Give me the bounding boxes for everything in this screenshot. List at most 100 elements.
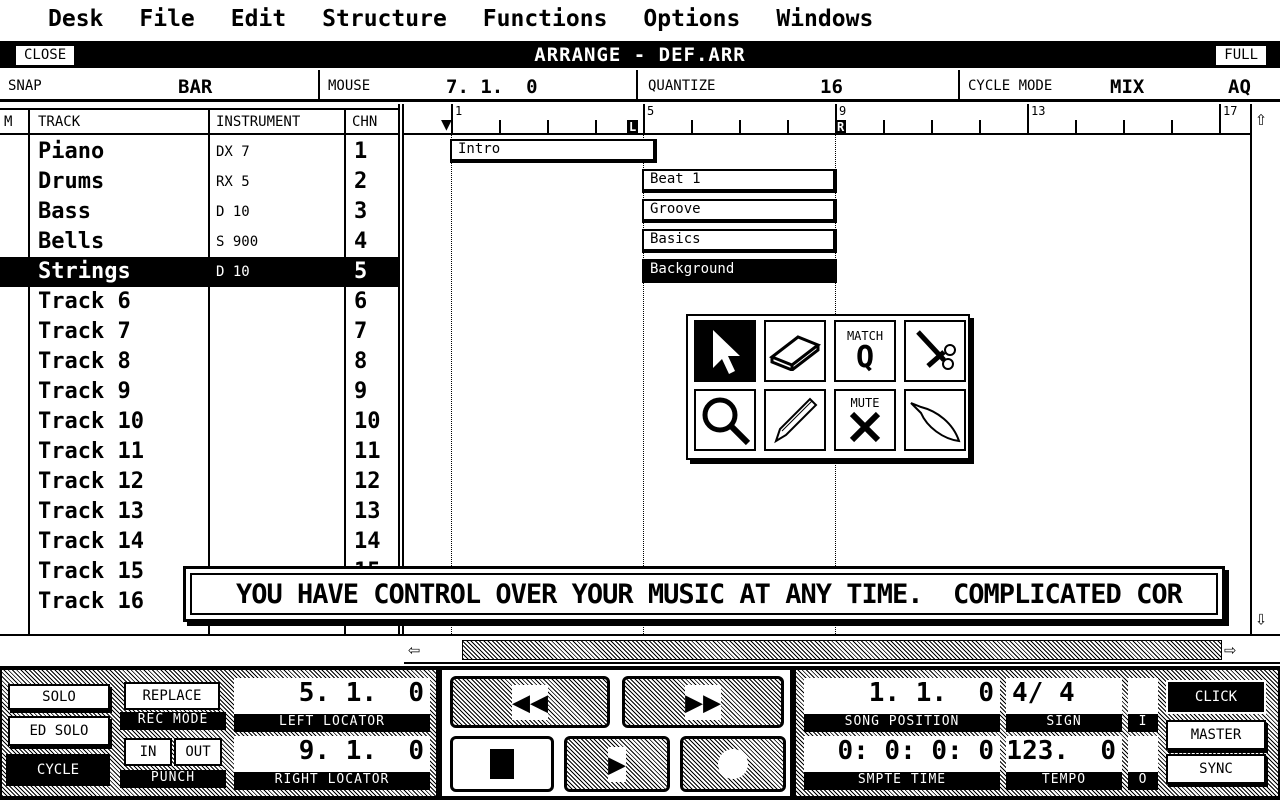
match-quantize-icon: Q <box>855 340 875 375</box>
ruler-tick <box>739 120 741 133</box>
bar-ruler[interactable]: 1 5 9 13 17 L R ▼ <box>404 104 1250 135</box>
punch-in-button[interactable]: IN <box>124 738 172 766</box>
right-locator-marker[interactable]: R <box>835 120 847 134</box>
replace-button[interactable]: REPLACE <box>124 682 220 710</box>
full-button[interactable]: FULL <box>1216 46 1266 65</box>
eraser-tool[interactable] <box>764 320 826 382</box>
scroll-down-icon[interactable]: ⇩ <box>1255 606 1267 630</box>
track-row[interactable]: Track 13 13 <box>0 497 400 527</box>
ruler-tick <box>979 120 981 133</box>
mute-tool[interactable]: MUTE <box>834 389 896 451</box>
track-row[interactable]: Bells S 900 4 <box>0 227 400 257</box>
song-position-value[interactable]: 1. 1. 0 <box>804 678 1000 714</box>
match-quantize-tool[interactable]: MATCH Q <box>834 320 896 382</box>
right-locator-value[interactable]: 9. 1. 0 <box>234 736 430 772</box>
track-row[interactable]: Strings D 10 5 <box>0 257 400 287</box>
track-row[interactable]: Drums RX 5 2 <box>0 167 400 197</box>
menu-desk[interactable]: Desk <box>48 0 103 38</box>
track-row[interactable]: Track 14 14 <box>0 527 400 557</box>
quantize-label: QUANTIZE <box>648 78 716 94</box>
cycle-button[interactable]: CYCLE <box>6 754 110 786</box>
song-position-pointer-icon[interactable]: ▼ <box>441 114 452 135</box>
track-row[interactable]: Track 10 10 <box>0 407 400 437</box>
menu-structure[interactable]: Structure <box>322 0 447 38</box>
track-row[interactable]: Track 8 8 <box>0 347 400 377</box>
ruler-tick <box>931 120 933 133</box>
stop-button[interactable] <box>450 736 554 792</box>
track-channel: 5 <box>354 259 368 284</box>
sync-button[interactable]: SYNC <box>1166 754 1266 784</box>
header-chn: CHN <box>352 114 378 130</box>
menu-functions[interactable]: Functions <box>483 0 608 38</box>
track-name: Track 11 <box>38 439 144 464</box>
glue-tool[interactable] <box>904 389 966 451</box>
solo-button[interactable]: SOLO <box>8 684 110 710</box>
cycle-mode-field[interactable]: CYCLE MODE MIX AQ <box>960 70 1280 102</box>
menu-edit[interactable]: Edit <box>231 0 286 38</box>
menu-options[interactable]: Options <box>643 0 740 38</box>
track-channel: 10 <box>354 409 381 434</box>
ruler-tick <box>643 104 645 133</box>
ruler-tick <box>1219 104 1221 133</box>
tempo-value[interactable]: 123. 0 <box>1006 736 1122 772</box>
rec-mode-label: REC MODE <box>120 712 226 730</box>
ruler-tick <box>595 120 597 133</box>
header-m: M <box>4 114 13 130</box>
track-row[interactable]: Track 6 6 <box>0 287 400 317</box>
track-row[interactable]: Track 7 7 <box>0 317 400 347</box>
close-button[interactable]: CLOSE <box>16 46 75 65</box>
pencil-tool[interactable] <box>764 389 826 451</box>
click-button[interactable]: CLICK <box>1166 680 1266 714</box>
track-row[interactable]: Track 11 11 <box>0 437 400 467</box>
track-row[interactable]: Track 12 12 <box>0 467 400 497</box>
left-locator-value[interactable]: 5. 1. 0 <box>234 678 430 714</box>
track-name: Strings <box>38 259 131 284</box>
track-row[interactable]: Bass D 10 3 <box>0 197 400 227</box>
aq-button[interactable]: AQ <box>1228 76 1251 98</box>
scroll-thumb[interactable] <box>462 640 1222 660</box>
menu-bar: Desk File Edit Structure Functions Options Win… <box>0 0 1280 38</box>
rewind-button[interactable]: ◀◀ <box>450 676 610 728</box>
scissors-tool[interactable] <box>904 320 966 382</box>
horizontal-scrollbar[interactable]: ⇦ ⇨ <box>404 636 1280 664</box>
part[interactable]: Beat 1 <box>642 169 837 193</box>
track-name: Track 13 <box>38 499 144 524</box>
arrow-icon <box>713 330 740 374</box>
part[interactable]: Basics <box>642 229 837 253</box>
vertical-scrollbar[interactable]: ⇧ ⇩ <box>1250 104 1280 634</box>
left-locator-marker[interactable]: L <box>627 120 639 134</box>
track-name: Track 12 <box>38 469 144 494</box>
locator-line <box>451 135 452 634</box>
sign-value[interactable]: 4/ 4 <box>1006 678 1122 714</box>
record-button[interactable] <box>680 736 786 792</box>
snap-field[interactable]: SNAP BAR <box>0 70 320 102</box>
ed-solo-button[interactable]: ED SOLO <box>8 716 110 746</box>
part[interactable]: Intro <box>450 139 657 163</box>
fast-forward-button[interactable]: ▶▶ <box>622 676 784 728</box>
window-title: ARRANGE - DEF.ARR <box>534 44 746 66</box>
quantize-field[interactable]: QUANTIZE 16 <box>638 70 960 102</box>
play-button[interactable]: ▶ <box>564 736 670 792</box>
toolbox: MATCH Q MUTE <box>686 314 970 460</box>
part[interactable]: Background <box>642 259 837 283</box>
track-name: Track 15 <box>38 559 144 584</box>
scroll-up-icon[interactable]: ⇧ <box>1255 106 1267 130</box>
ruler-tick <box>1027 104 1029 133</box>
ruler-tick <box>691 120 693 133</box>
smpte-time-label: SMPTE TIME <box>804 772 1000 790</box>
menu-file[interactable]: File <box>139 0 194 38</box>
punch-out-button[interactable]: OUT <box>174 738 222 766</box>
rewind-icon: ◀◀ <box>511 684 549 720</box>
master-button[interactable]: MASTER <box>1166 720 1266 750</box>
track-row[interactable]: Piano DX 7 1 <box>0 137 400 167</box>
smpte-time-value[interactable]: 0: 0: 0: 0 <box>804 736 1000 772</box>
i-label: I <box>1128 714 1158 732</box>
part[interactable]: Groove <box>642 199 837 223</box>
menu-windows[interactable]: Windows <box>776 0 873 38</box>
scroll-left-icon[interactable]: ⇦ <box>408 637 420 661</box>
track-name: Track 9 <box>38 379 131 404</box>
scroll-right-icon[interactable]: ⇨ <box>1224 637 1236 661</box>
arrow-tool[interactable] <box>694 320 756 382</box>
magnifier-tool[interactable] <box>694 389 756 451</box>
track-row[interactable]: Track 9 9 <box>0 377 400 407</box>
